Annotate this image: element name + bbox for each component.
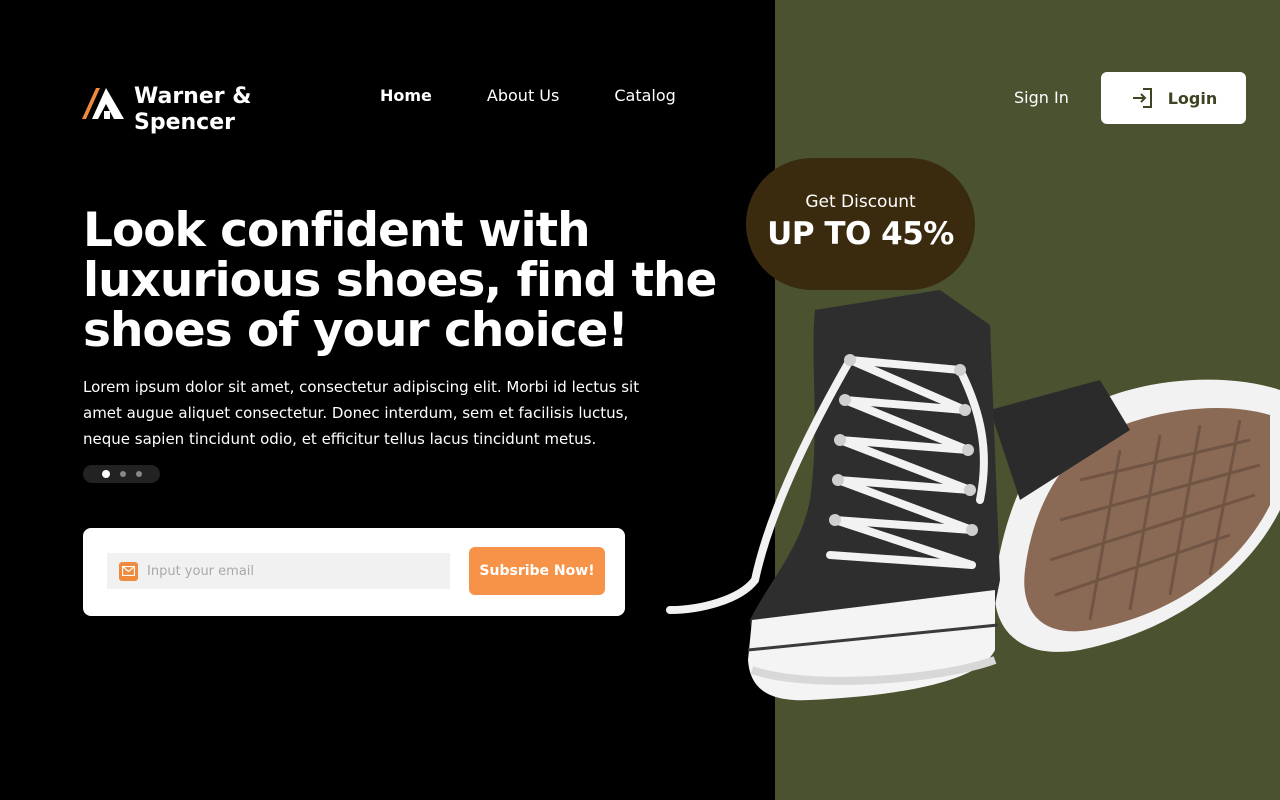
brand-name: Warner & Spencer xyxy=(134,84,252,135)
login-button[interactable]: Login xyxy=(1101,72,1246,124)
email-field[interactable] xyxy=(107,553,450,589)
login-icon xyxy=(1132,88,1152,108)
carousel-dot-1[interactable] xyxy=(102,470,110,478)
nav-catalog[interactable]: Catalog xyxy=(614,86,675,105)
carousel-dot-3[interactable] xyxy=(136,471,142,477)
discount-value: UP TO 45% xyxy=(767,216,954,252)
mail-icon xyxy=(119,561,138,581)
email-input[interactable] xyxy=(147,563,427,579)
brand-logo[interactable]: Warner & Spencer xyxy=(80,84,264,136)
triangle-logo-icon xyxy=(82,88,124,119)
hero-description: Lorem ipsum dolor sit amet, consectetur … xyxy=(83,378,640,448)
sneakers-image xyxy=(666,290,1280,701)
hero-headline: Look confident with luxurious shoes, fin… xyxy=(83,203,717,358)
carousel-indicator xyxy=(83,465,160,483)
discount-badge: Get Discount UP TO 45% xyxy=(746,158,975,290)
subscribe-form: Subsribe Now! xyxy=(83,528,625,616)
nav-home[interactable]: Home xyxy=(380,86,432,105)
main-nav: Home About Us Catalog xyxy=(380,86,731,105)
discount-label: Get Discount xyxy=(805,192,916,212)
carousel-dot-2[interactable] xyxy=(120,471,126,477)
login-label: Login xyxy=(1167,88,1218,108)
nav-about-us[interactable]: About Us xyxy=(487,86,559,105)
sign-in-link[interactable]: Sign In xyxy=(1014,88,1069,107)
subscribe-button[interactable]: Subsribe Now! xyxy=(469,547,605,595)
